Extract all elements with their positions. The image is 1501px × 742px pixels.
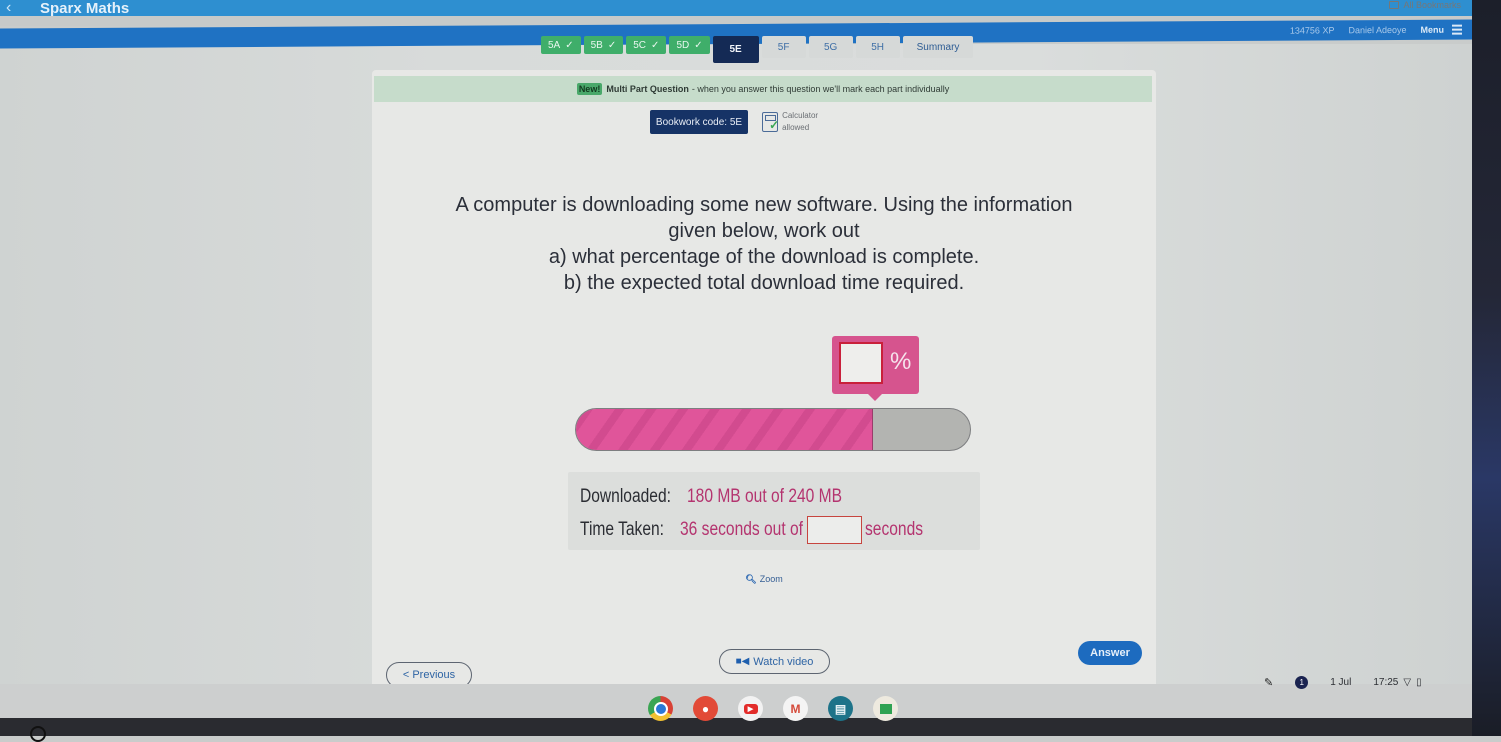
tab-5a[interactable]: 5A ✓ [541,36,581,54]
notification-badge[interactable]: 1 [1295,676,1309,689]
time-row: Time Taken: 36 seconds out of seconds [580,516,936,544]
shelf-apps: ● ▶ M ▤ [648,696,898,721]
classroom-icon[interactable] [873,696,898,721]
downloaded-value: 180 MB out of 240 MB [686,486,842,507]
menu-button[interactable]: Menu [1420,24,1462,35]
notice-text: - when you answer this question we'll ma… [691,84,950,94]
question-line: given below, work out [668,220,860,242]
tab-label: Summary [916,41,960,53]
browser-header: ‹ Sparx Maths [0,0,1472,17]
time-label: 17:25 [1373,677,1399,688]
tab-5g[interactable]: 5G [808,36,853,58]
menu-label: Menu [1420,24,1445,35]
launcher-icon[interactable] [30,726,46,742]
answer-button[interactable]: Answer [1078,641,1142,665]
canvas-palette-icon[interactable]: ● [693,696,718,721]
seconds-unit: seconds [865,519,924,540]
back-chevron-icon[interactable]: ‹ [6,0,26,17]
zoom-link[interactable]: 🔍︎ Zoom [372,574,1156,585]
folder-icon [1389,1,1400,9]
percent-sign: % [890,348,912,375]
date-label: 1 Jul [1330,677,1352,688]
gmail-icon[interactable]: M [783,696,808,721]
question-line: A computer is downloading some new softw… [455,194,1073,216]
calculator-icon [762,112,779,132]
download-progress-bar [575,408,971,451]
chrome-icon[interactable] [648,696,673,721]
tab-label: 5E [729,44,742,55]
bookmarks-label: All Bookmarks [1403,0,1461,10]
task-tabs: 5A ✓ 5B ✓ 5C ✓ 5D ✓ 5E 5F 5G 5H Summary [541,36,974,63]
download-info-box: Downloaded: 180 MB out of 240 MB Time Ta… [568,472,980,550]
time-value: 36 seconds out of [680,519,804,540]
tab-label: 5C [633,39,647,51]
time-label: Time Taken: [580,519,664,540]
battery-icon: ▯ [1416,677,1422,688]
new-badge: New! [576,83,603,95]
question-card: New! Multi Part Question - when you answ… [372,70,1156,688]
question-text: A computer is downloading some new softw… [372,192,1156,296]
bookwork-row: Bookwork code: 5E Calculator allowed [372,110,1156,134]
calculator-allowed: Calculator allowed [762,110,818,134]
tab-5d[interactable]: 5D ✓ [669,36,710,54]
tab-label: 5G [823,41,838,53]
question-part-b: b) the expected total download time requ… [563,272,965,294]
tab-summary[interactable]: Summary [902,36,974,58]
youtube-icon[interactable]: ▶ [738,696,763,721]
progress-fill [576,409,873,450]
system-tray[interactable]: ✎ 1 1 Jul 17:25 ▽ ▯ [1264,676,1422,689]
watch-video-button[interactable]: ■◀ Watch video [719,649,830,674]
magnifier-icon: 🔍︎ [745,574,757,584]
bookwork-code: Bookwork code: 5E [649,110,749,134]
downloaded-label: Downloaded: [580,486,671,507]
hamburger-icon [1452,24,1462,35]
check-icon: ✓ [565,39,574,51]
tab-label: 5H [871,41,885,53]
downloaded-row: Downloaded: 180 MB out of 240 MB [580,486,876,508]
multi-part-notice: New! Multi Part Question - when you answ… [374,76,1152,102]
xp-counter: 134756 XP [1289,25,1335,36]
zoom-label: Zoom [759,574,783,584]
check-icon: ✓ [651,39,660,51]
question-part-a: a) what percentage of the download is co… [548,246,980,268]
watch-video-label: Watch video [753,655,814,668]
tab-5h[interactable]: 5H [855,36,900,58]
check-icon: ✓ [694,39,703,51]
tab-5e[interactable]: 5E [712,36,759,63]
tab-label: 5B [590,39,603,51]
tab-label: 5A [548,39,561,51]
total-seconds-input[interactable] [807,516,863,544]
percentage-bubble: % [832,336,919,401]
tab-5f[interactable]: 5F [761,36,806,58]
check-icon: ✓ [607,39,617,51]
app-title: Sparx Maths [40,0,130,17]
tab-label: 5D [676,39,690,51]
tab-5c[interactable]: 5C ✓ [626,36,667,54]
notice-title: Multi Part Question [606,84,689,94]
stylus-icon[interactable]: ✎ [1264,676,1273,689]
bookmarks-bar[interactable]: All Bookmarks [1389,0,1461,10]
video-camera-icon: ■◀ [735,656,750,667]
user-name[interactable]: Daniel Adeoye [1348,25,1406,35]
screen-edge [1472,0,1501,736]
slides-icon[interactable]: ▤ [828,696,853,721]
calculator-status: allowed [782,123,810,132]
wifi-icon: ▽ [1403,677,1412,688]
tab-label: 5F [777,41,790,53]
calculator-label: Calculator [782,111,819,120]
tab-5b[interactable]: 5B ✓ [583,36,624,54]
percentage-input[interactable] [839,342,883,384]
